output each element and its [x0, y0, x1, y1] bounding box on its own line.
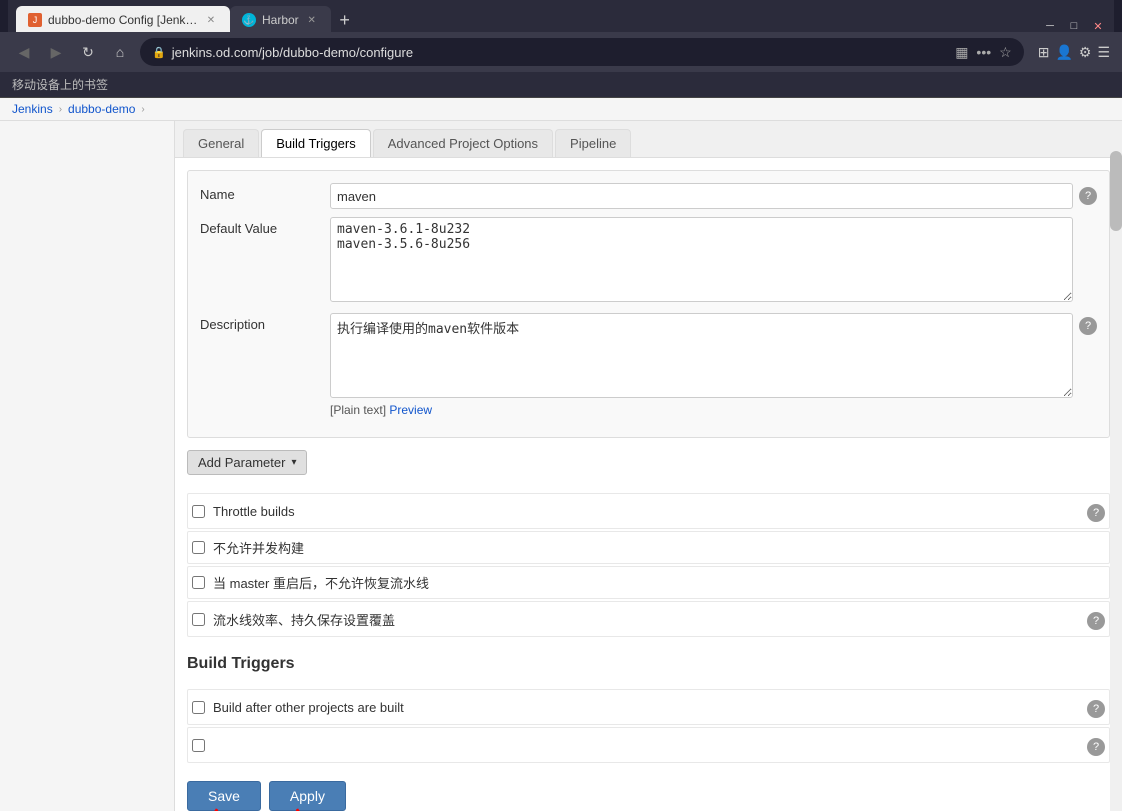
- qr-icon[interactable]: ▦: [955, 44, 968, 61]
- add-parameter-section: Add Parameter ▾: [187, 450, 1110, 475]
- menu-icon[interactable]: ☰: [1097, 44, 1110, 61]
- checkbox-section: Throttle builds ? 不允许并发构建 当 master 重启后，不…: [187, 489, 1110, 643]
- name-input[interactable]: [330, 183, 1073, 209]
- tab-build-triggers[interactable]: Build Triggers: [261, 129, 370, 157]
- add-parameter-button[interactable]: Add Parameter ▾: [187, 450, 307, 475]
- bookmark-icon[interactable]: ☆: [999, 44, 1012, 61]
- home-button[interactable]: ⌂: [108, 40, 132, 64]
- description-row: Description 执行编译使用的maven软件版本 [Plain text…: [200, 313, 1097, 417]
- tab-harbor[interactable]: ⚓ Harbor ✕: [230, 6, 331, 34]
- parameter-form-section: Name ? Default Value maven-3.6.1-8u232 m…: [187, 170, 1110, 438]
- url-text: jenkins.od.com/job/dubbo-demo/configure: [172, 45, 413, 60]
- extensions-icon[interactable]: ⊞: [1038, 44, 1050, 61]
- tab2-title: Harbor: [262, 13, 299, 27]
- build-after-checkbox[interactable]: [192, 701, 205, 714]
- throttle-builds-label: Throttle builds: [213, 504, 1081, 519]
- harbor-tab-icon: ⚓: [242, 13, 256, 27]
- jenkins-tab-icon: J: [28, 13, 42, 27]
- no-concurrent-row: 不允许并发构建: [187, 531, 1110, 564]
- second-trigger-row: ?: [187, 727, 1110, 763]
- breadcrumb: Jenkins › dubbo-demo ›: [0, 98, 1122, 121]
- name-row: Name ?: [200, 183, 1097, 209]
- name-control: [330, 183, 1073, 209]
- build-after-row: Build after other projects are built ?: [187, 689, 1110, 725]
- default-value-row: Default Value maven-3.6.1-8u232 maven-3.…: [200, 217, 1097, 305]
- config-tabs: General Build Triggers Advanced Project …: [175, 121, 1122, 158]
- breadcrumb-sep1: ›: [59, 104, 62, 115]
- description-help-icon[interactable]: ?: [1079, 317, 1097, 335]
- tab2-close[interactable]: ✕: [305, 13, 319, 27]
- settings-icon[interactable]: ⚙: [1079, 44, 1092, 61]
- reload-button[interactable]: ↻: [76, 40, 100, 64]
- build-after-label: Build after other projects are built: [213, 700, 1081, 715]
- no-concurrent-label: 不允许并发构建: [213, 538, 1105, 557]
- description-label: Description: [200, 313, 330, 332]
- description-control: 执行编译使用的maven软件版本 [Plain text] Preview: [330, 313, 1073, 417]
- default-value-textarea[interactable]: maven-3.6.1-8u232 maven-3.5.6-8u256: [330, 217, 1073, 302]
- back-button[interactable]: ◀: [12, 40, 36, 64]
- tab1-close[interactable]: ✕: [204, 13, 218, 27]
- title-bar: J dubbo-demo Config [Jenkin... ✕ ⚓ Harbo…: [0, 0, 1122, 32]
- bookmark-bar: 移动设备上的书签: [0, 72, 1122, 98]
- build-after-help-icon[interactable]: ?: [1087, 700, 1105, 718]
- preview-link[interactable]: Preview: [389, 403, 432, 417]
- button-bar: Save Apply: [187, 769, 1110, 811]
- page-content: Jenkins › dubbo-demo › General Build Tri…: [0, 98, 1122, 811]
- tab1-title: dubbo-demo Config [Jenkin...: [48, 13, 198, 27]
- pipeline-efficiency-help-icon[interactable]: ?: [1087, 612, 1105, 630]
- throttle-builds-checkbox[interactable]: [192, 505, 205, 518]
- url-bar[interactable]: 🔒 jenkins.od.com/job/dubbo-demo/configur…: [140, 38, 1024, 66]
- more-icon[interactable]: •••: [976, 44, 991, 60]
- default-value-control: maven-3.6.1-8u232 maven-3.5.6-8u256: [330, 217, 1073, 305]
- breadcrumb-sep2: ›: [141, 104, 144, 115]
- dropdown-arrow-icon: ▾: [291, 457, 296, 468]
- tab-advanced-project-options[interactable]: Advanced Project Options: [373, 129, 553, 157]
- tab-dubbo-demo[interactable]: J dubbo-demo Config [Jenkin... ✕: [16, 6, 230, 34]
- throttle-builds-help-icon[interactable]: ?: [1087, 504, 1105, 522]
- no-resume-row: 当 master 重启后，不允许恢复流水线: [187, 566, 1110, 599]
- config-body: Name ? Default Value maven-3.6.1-8u232 m…: [175, 158, 1122, 811]
- no-resume-checkbox[interactable]: [192, 576, 205, 589]
- security-icon: 🔒: [152, 46, 166, 59]
- throttle-builds-row: Throttle builds ?: [187, 493, 1110, 529]
- pipeline-efficiency-label: 流水线效率、持久保存设置覆盖: [213, 610, 1081, 629]
- tab-general[interactable]: General: [183, 129, 259, 157]
- forward-button[interactable]: ▶: [44, 40, 68, 64]
- user-icon[interactable]: 👤: [1055, 44, 1072, 61]
- save-button[interactable]: Save: [187, 781, 261, 811]
- breadcrumb-jenkins[interactable]: Jenkins: [12, 102, 53, 116]
- build-triggers-heading: Build Triggers: [187, 655, 1110, 677]
- build-triggers-section: Build after other projects are built ? ?: [187, 685, 1110, 769]
- description-textarea[interactable]: 执行编译使用的maven软件版本: [330, 313, 1073, 398]
- pipeline-efficiency-checkbox[interactable]: [192, 613, 205, 626]
- name-help-icon[interactable]: ?: [1079, 187, 1097, 205]
- no-concurrent-checkbox[interactable]: [192, 541, 205, 554]
- main-content: General Build Triggers Advanced Project …: [175, 121, 1122, 811]
- no-resume-label: 当 master 重启后，不允许恢复流水线: [213, 573, 1105, 592]
- address-bar: ◀ ▶ ↻ ⌂ 🔒 jenkins.od.com/job/dubbo-demo/…: [0, 32, 1122, 72]
- scrollbar-track[interactable]: [1110, 121, 1122, 811]
- pipeline-efficiency-row: 流水线效率、持久保存设置覆盖 ?: [187, 601, 1110, 637]
- bookmark-bar-text[interactable]: 移动设备上的书签: [12, 76, 108, 93]
- sidebar: [0, 121, 175, 811]
- plain-text-link: [Plain text] Preview: [330, 403, 1073, 417]
- name-label: Name: [200, 183, 330, 202]
- default-value-label: Default Value: [200, 217, 330, 236]
- breadcrumb-project[interactable]: dubbo-demo: [68, 102, 135, 116]
- apply-button[interactable]: Apply: [269, 781, 346, 811]
- scrollbar-thumb[interactable]: [1110, 151, 1122, 231]
- second-trigger-help-icon[interactable]: ?: [1087, 738, 1105, 756]
- new-tab-button[interactable]: +: [331, 6, 359, 34]
- second-trigger-checkbox[interactable]: [192, 739, 205, 752]
- main-area: General Build Triggers Advanced Project …: [0, 121, 1122, 811]
- tab-pipeline[interactable]: Pipeline: [555, 129, 631, 157]
